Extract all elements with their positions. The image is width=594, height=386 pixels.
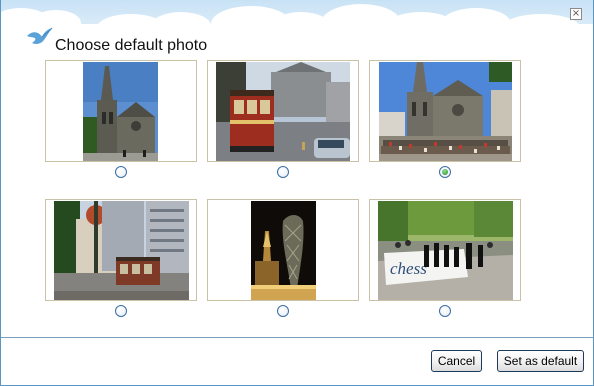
set-as-default-button[interactable]: Set as default (497, 350, 584, 372)
cathedral-spire-photo (83, 62, 158, 161)
bird-logo-icon (27, 27, 53, 44)
choose-photo-dialog: × Choose default photo chess Cancel Set … (0, 0, 594, 386)
cathedral-square-crowd-photo (379, 62, 512, 161)
photo-option-3[interactable] (369, 60, 521, 162)
footer-separator (1, 337, 593, 338)
tram-city-street-photo (54, 201, 189, 300)
photo-radio-3[interactable] (439, 166, 451, 178)
photo-radio-5[interactable] (277, 305, 289, 317)
photo-option-6[interactable]: chess (369, 199, 521, 301)
dialog-title: Choose default photo (55, 37, 208, 54)
photo-radio-1[interactable] (115, 166, 127, 178)
photo-option-4[interactable] (45, 199, 197, 301)
photo-option-1[interactable] (45, 60, 197, 162)
tram-street-photo (216, 62, 350, 161)
photo-radio-6[interactable] (439, 305, 451, 317)
giant-chess-board-photo: chess (378, 201, 513, 300)
photo-option-5[interactable] (207, 199, 359, 301)
night-sculpture-photo (251, 201, 316, 300)
photo-radio-2[interactable] (277, 166, 289, 178)
photo-option-2[interactable] (207, 60, 359, 162)
cancel-button[interactable]: Cancel (431, 350, 482, 372)
svg-text:chess: chess (390, 259, 427, 278)
close-button[interactable]: × (570, 8, 582, 20)
photo-radio-4[interactable] (115, 305, 127, 317)
sky-header-background (1, 0, 593, 54)
